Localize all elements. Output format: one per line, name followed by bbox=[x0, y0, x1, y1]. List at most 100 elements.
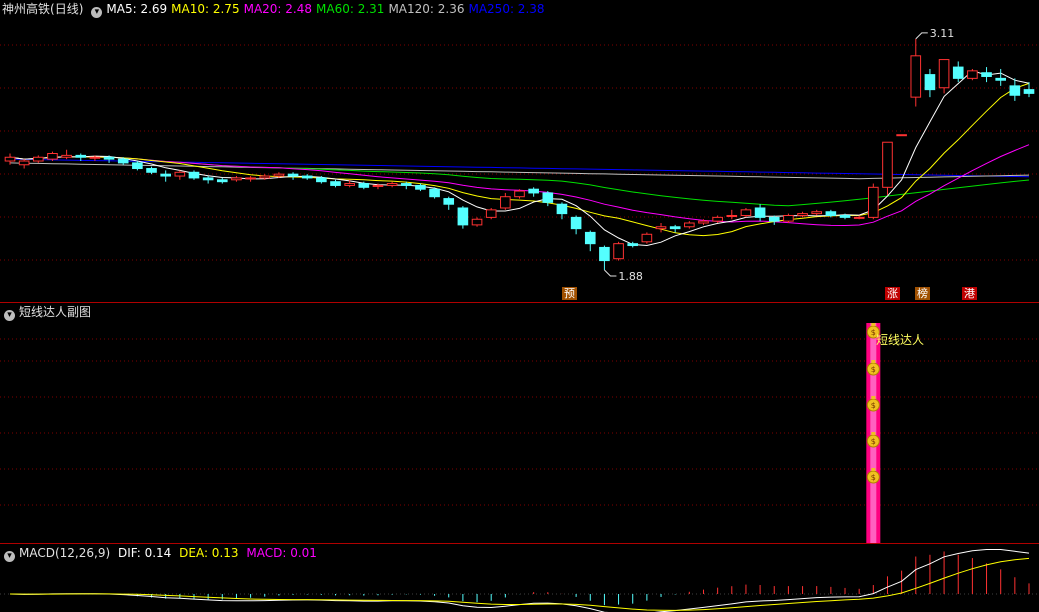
candle-body bbox=[811, 211, 823, 215]
candle-body bbox=[188, 171, 200, 179]
candle-body bbox=[75, 154, 87, 158]
candle-body bbox=[967, 70, 978, 79]
candle bbox=[18, 159, 30, 169]
candle bbox=[386, 181, 398, 188]
candle bbox=[485, 207, 497, 220]
chevron-down-icon[interactable]: ▾ bbox=[4, 551, 15, 562]
ma-legend-item: MA120: 2.36 bbox=[388, 2, 465, 16]
chevron-down-icon[interactable]: ▾ bbox=[91, 7, 103, 18]
candle bbox=[132, 161, 143, 171]
candle-body bbox=[471, 218, 483, 226]
candle-body bbox=[386, 183, 398, 186]
candle-body bbox=[316, 177, 327, 183]
candle bbox=[514, 189, 525, 199]
candle bbox=[584, 230, 596, 252]
candle-body bbox=[457, 207, 469, 226]
candle-body bbox=[117, 158, 129, 164]
candle bbox=[32, 155, 44, 163]
chevron-down-icon[interactable]: ▾ bbox=[4, 310, 15, 321]
candle-body bbox=[924, 74, 936, 91]
candle-body bbox=[669, 226, 681, 230]
candle-body bbox=[47, 153, 58, 160]
candle-body bbox=[400, 183, 412, 186]
candle-body bbox=[768, 216, 780, 222]
candle-body bbox=[839, 214, 851, 218]
candle-body bbox=[216, 179, 228, 183]
high-price-label: 3.11 bbox=[930, 27, 955, 40]
low-pointer bbox=[604, 269, 617, 277]
candle-body bbox=[231, 177, 242, 181]
money-bag-glyph: $ bbox=[871, 401, 876, 410]
ma-legend-item: MA5: 2.69 bbox=[106, 2, 168, 16]
macd-value: MACD: 0.01 bbox=[246, 546, 317, 560]
candle bbox=[457, 206, 469, 229]
macd-dif: DIF: 0.14 bbox=[117, 546, 172, 560]
candle-body bbox=[599, 246, 610, 262]
high-pointer bbox=[915, 32, 928, 40]
candle bbox=[995, 68, 1007, 86]
candle bbox=[726, 209, 738, 220]
marker-yu: 预 bbox=[562, 287, 577, 300]
candle bbox=[599, 245, 610, 270]
macd-legend: ▾ MACD(12,26,9) DIF: 0.14 DEA: 0.13 MACD:… bbox=[0, 544, 321, 562]
candle-body bbox=[825, 211, 837, 216]
candle bbox=[967, 68, 978, 81]
candle-body bbox=[160, 173, 171, 177]
candle bbox=[981, 67, 992, 83]
candle bbox=[287, 172, 299, 180]
candle-body bbox=[344, 183, 355, 186]
candle-body bbox=[89, 156, 101, 159]
candle-body bbox=[882, 141, 893, 188]
money-bag-neck bbox=[871, 360, 876, 363]
candle-body bbox=[938, 59, 950, 89]
candle bbox=[245, 176, 256, 182]
ma5-line bbox=[9, 70, 1030, 247]
candle-body bbox=[556, 203, 568, 215]
candle-body bbox=[32, 156, 44, 162]
candle bbox=[669, 224, 681, 233]
candle-body bbox=[429, 188, 440, 198]
sub-indicator-pane[interactable]: $ $ $ $ $ ▾ 短线达人副图 短线达人 bbox=[0, 303, 1039, 543]
candle bbox=[797, 211, 808, 218]
sub-title: 短线达人副图 bbox=[19, 305, 92, 319]
candle-body bbox=[712, 216, 723, 222]
signal-label: 短线达人 bbox=[876, 333, 925, 347]
candle-body bbox=[542, 192, 554, 203]
candle-body bbox=[528, 188, 539, 194]
candle-body bbox=[443, 198, 455, 205]
money-bag-neck bbox=[871, 432, 876, 435]
candle-body bbox=[330, 181, 341, 186]
candle-body bbox=[740, 209, 752, 216]
candle-body bbox=[981, 72, 992, 77]
candle bbox=[542, 191, 554, 207]
candle bbox=[415, 183, 426, 192]
candle bbox=[910, 38, 922, 107]
candle bbox=[188, 170, 200, 180]
macd-pane[interactable]: ▾ MACD(12,26,9) DIF: 0.14 DEA: 0.13 MACD:… bbox=[0, 544, 1039, 612]
candle bbox=[556, 202, 568, 220]
money-bag-glyph: $ bbox=[871, 365, 876, 374]
macd-title: MACD(12,26,9) bbox=[19, 546, 111, 560]
candle bbox=[768, 215, 780, 225]
candle bbox=[896, 134, 907, 137]
candle bbox=[868, 183, 879, 220]
candle-body bbox=[853, 216, 865, 219]
candle-body bbox=[245, 177, 256, 180]
candle-body bbox=[868, 186, 879, 218]
candle-body bbox=[627, 243, 639, 247]
candle-body bbox=[952, 66, 964, 79]
money-bag-neck bbox=[871, 396, 876, 399]
candle-body bbox=[61, 154, 72, 158]
money-bag-glyph: $ bbox=[871, 473, 876, 482]
candle bbox=[740, 207, 752, 218]
ma-legend-item: MA250: 2.38 bbox=[468, 2, 545, 16]
ma-legend-item: MA20: 2.48 bbox=[243, 2, 313, 16]
candle-body bbox=[514, 190, 525, 198]
candle bbox=[641, 232, 653, 244]
main-chart-pane[interactable]: 3.11 1.88 神州高铁(日线) ▾ MA5: 2.69 MA10: 2.75 MA2… bbox=[0, 0, 1039, 302]
candle-body bbox=[259, 175, 271, 179]
stock-title: 神州高铁 bbox=[2, 2, 51, 16]
ma-legend-list: MA5: 2.69 MA10: 2.75 MA20: 2.48 MA60: 2.31 M… bbox=[106, 2, 548, 16]
candle bbox=[1009, 78, 1021, 101]
candle bbox=[231, 176, 242, 182]
